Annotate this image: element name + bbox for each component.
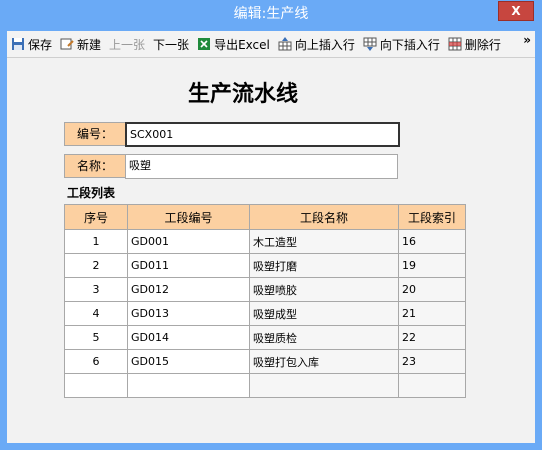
stage-name[interactable]: 吸塑打磨 (249, 253, 399, 278)
name-label: 名称： (64, 154, 126, 178)
stage-index[interactable]: 19 (398, 253, 466, 278)
insert-row-up-button[interactable]: 向上插入行 (274, 33, 359, 55)
new-icon (60, 38, 74, 50)
stage-name[interactable]: 吸塑喷胶 (249, 277, 399, 302)
code-label: 编号： (64, 122, 126, 146)
toolbar: 保存 新建 上一张 下一张 导出Excel 向上插入行 向下插入行 删除行 » (7, 31, 535, 58)
stage-code[interactable]: GD015 (127, 349, 250, 374)
row-number[interactable] (64, 373, 128, 398)
row-number[interactable]: 2 (64, 253, 128, 278)
next-label: 下一张 (153, 37, 190, 52)
new-label: 新建 (77, 37, 102, 52)
previous-label: 上一张 (109, 37, 146, 52)
delete-row-label: 删除行 (464, 37, 501, 52)
insert-row-down-button[interactable]: 向下插入行 (359, 33, 444, 55)
new-button[interactable]: 新建 (56, 33, 105, 55)
row-number[interactable]: 4 (64, 301, 128, 326)
export-excel-button[interactable]: 导出Excel (193, 33, 274, 55)
row-number[interactable]: 6 (64, 349, 128, 374)
delete-row-icon (448, 37, 462, 51)
delete-row-button[interactable]: 删除行 (444, 33, 505, 55)
stage-index[interactable] (398, 373, 466, 398)
form-title: 生产流水线 (187, 82, 298, 107)
insert-row-up-label: 向上插入行 (294, 37, 355, 52)
table-row[interactable]: 4 GD013 吸塑成型 21 (64, 301, 466, 326)
column-header-stage-code[interactable]: 工段编号 (127, 204, 250, 230)
row-number[interactable]: 1 (64, 229, 128, 254)
stage-code[interactable]: GD012 (127, 277, 250, 302)
form-area: 生产流水线 编号： SCX001 名称： 吸塑 工段列表 序号 工段编号 工段名… (7, 58, 535, 443)
stage-index[interactable]: 23 (398, 349, 466, 374)
table-row[interactable]: 1 GD001 木工造型 16 (64, 229, 466, 254)
stage-name[interactable]: 木工造型 (249, 229, 399, 254)
row-number[interactable]: 5 (64, 325, 128, 350)
table-row-empty[interactable] (64, 373, 466, 398)
editor-window: 编辑:生产线 X 保存 新建 上一张 下一张 导出Excel 向上插入行 向下插… (0, 0, 542, 450)
stage-table: 序号 工段编号 工段名称 工段索引 1 GD001 木工造型 16 2 GD01… (64, 204, 466, 398)
table-row[interactable]: 2 GD011 吸塑打磨 19 (64, 253, 466, 278)
previous-button[interactable]: 上一张 (105, 33, 149, 55)
stage-name[interactable]: 吸塑质检 (249, 325, 399, 350)
stage-index[interactable]: 20 (398, 277, 466, 302)
stage-name[interactable]: 吸塑打包入库 (249, 349, 399, 374)
stage-code[interactable]: GD013 (127, 301, 250, 326)
save-label: 保存 (28, 37, 53, 52)
name-field[interactable]: 吸塑 (125, 154, 398, 179)
save-button[interactable]: 保存 (7, 33, 56, 55)
stage-index[interactable]: 16 (398, 229, 466, 254)
table-row[interactable]: 3 GD012 吸塑喷胶 20 (64, 277, 466, 302)
insert-row-down-label: 向下插入行 (379, 37, 440, 52)
stage-name[interactable] (249, 373, 399, 398)
export-excel-label: 导出Excel (214, 37, 270, 52)
window-title: 编辑:生产线 (233, 6, 309, 22)
insert-row-up-icon (278, 37, 292, 51)
close-button[interactable]: X (498, 1, 534, 21)
column-header-stage-name[interactable]: 工段名称 (249, 204, 399, 230)
stage-code[interactable] (127, 373, 250, 398)
stage-index[interactable]: 22 (398, 325, 466, 350)
stage-list-title: 工段列表 (67, 186, 116, 200)
column-header-stage-index[interactable]: 工段索引 (398, 204, 466, 230)
title-bar[interactable]: 编辑:生产线 X (0, 0, 542, 28)
toolbar-overflow-icon[interactable]: » (523, 33, 531, 47)
next-button[interactable]: 下一张 (149, 33, 193, 55)
save-icon (12, 38, 24, 50)
stage-index[interactable]: 21 (398, 301, 466, 326)
stage-code[interactable]: GD001 (127, 229, 250, 254)
stage-name[interactable]: 吸塑成型 (249, 301, 399, 326)
stage-code[interactable]: GD014 (127, 325, 250, 350)
stage-code[interactable]: GD011 (127, 253, 250, 278)
table-row[interactable]: 5 GD014 吸塑质检 22 (64, 325, 466, 350)
table-row[interactable]: 6 GD015 吸塑打包入库 23 (64, 349, 466, 374)
code-field[interactable]: SCX001 (125, 122, 400, 147)
excel-icon (198, 38, 211, 50)
table-header-row: 序号 工段编号 工段名称 工段索引 (64, 204, 466, 230)
row-number[interactable]: 3 (64, 277, 128, 302)
insert-row-down-icon (363, 37, 377, 51)
column-header-index[interactable]: 序号 (64, 204, 128, 230)
